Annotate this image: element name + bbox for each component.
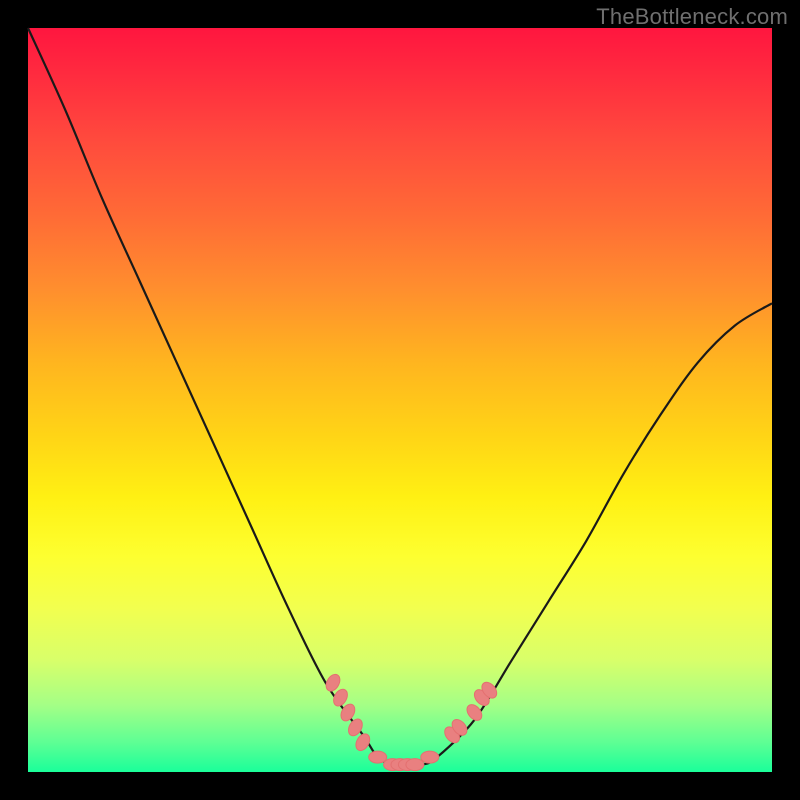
curve-marker	[406, 759, 424, 771]
curve-marker	[369, 751, 387, 763]
chart-svg	[28, 28, 772, 772]
bottleneck-curve	[28, 28, 772, 765]
chart-plot-area	[28, 28, 772, 772]
chart-frame: TheBottleneck.com	[0, 0, 800, 800]
watermark-text: TheBottleneck.com	[596, 4, 788, 30]
curve-marker	[421, 751, 439, 763]
